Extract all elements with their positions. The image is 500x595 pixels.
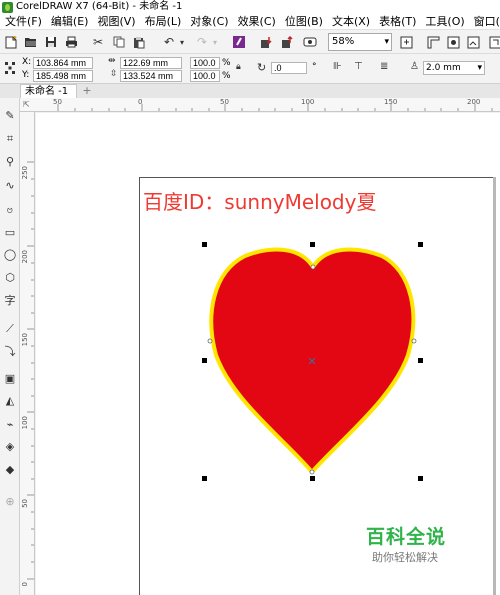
selection-handle-bottom[interactable] <box>310 476 315 481</box>
selection-handle-left[interactable] <box>202 358 207 363</box>
selection-handle-right[interactable] <box>418 358 423 363</box>
selection-handle-bottom-right[interactable] <box>418 476 423 481</box>
heart-shape-layer <box>207 247 417 475</box>
brand-watermark-subtitle: 助你轻松解决 <box>372 551 438 564</box>
selection-handle-top[interactable] <box>310 242 315 247</box>
brand-watermark-title: 百科全说 <box>366 526 447 548</box>
selection-handle-top-left[interactable] <box>202 242 207 247</box>
selection-handle-top-right[interactable] <box>418 242 423 247</box>
selection-handle-bottom-left[interactable] <box>202 476 207 481</box>
